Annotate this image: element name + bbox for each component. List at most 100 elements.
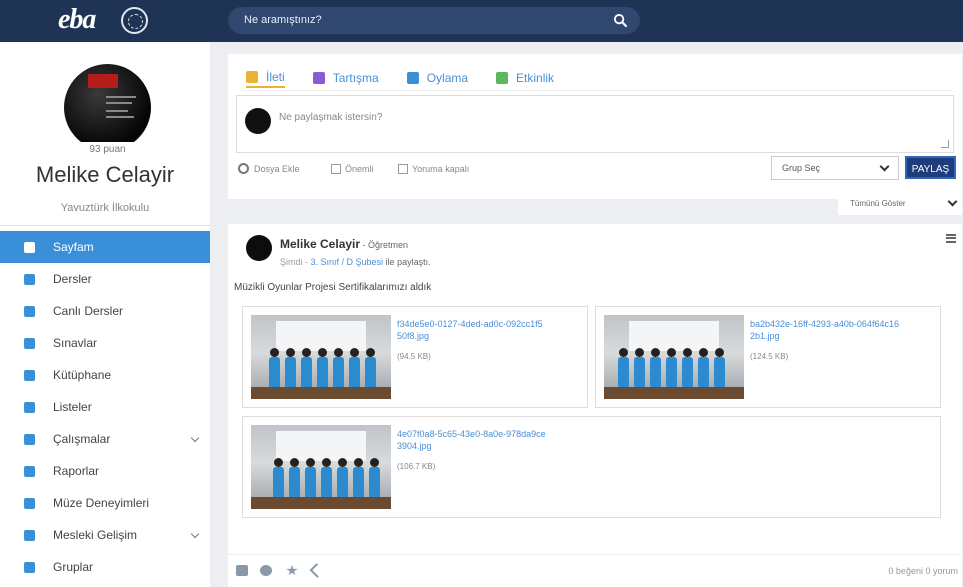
- sidebar-item[interactable]: Gruplar: [0, 551, 210, 583]
- post-meta: Şimdi - 3. Sınıf / D Şubesi ile paylaştı…: [280, 257, 431, 267]
- bar-chart-icon: [406, 72, 419, 84]
- photo-student: [269, 348, 280, 387]
- post-class-link[interactable]: 3. Sınıf / D Şubesi: [311, 257, 384, 267]
- share-button[interactable]: PAYLAŞ: [905, 156, 956, 179]
- tab-divider: [246, 90, 952, 91]
- profile-avatar[interactable]: [64, 64, 151, 151]
- search-icon[interactable]: [613, 13, 628, 28]
- hamburger-menu-icon[interactable]: [946, 234, 956, 243]
- composer-tab-label: Oylama: [426, 71, 469, 85]
- attach-file-button[interactable]: Dosya Ekle: [235, 160, 300, 177]
- sidebar-divider: [0, 225, 210, 226]
- sidebar-item[interactable]: Kütüphane: [0, 359, 210, 391]
- sidebar-item[interactable]: Sınavlar: [0, 327, 210, 359]
- composer-tab[interactable]: Tartışma: [312, 68, 379, 88]
- list-icon: [24, 401, 35, 413]
- sidebar-item[interactable]: Müze Deneyimleri: [0, 487, 210, 519]
- post-author-avatar[interactable]: [246, 235, 272, 261]
- attachment-filename[interactable]: ba2b432e-16ff-4293-a40b-064f64c162b1.jpg: [750, 318, 900, 342]
- video-icon: [24, 305, 35, 317]
- photo-student: [349, 348, 360, 387]
- chevron-down-icon[interactable]: [190, 433, 200, 443]
- important-checkbox[interactable]: Önemli: [331, 164, 374, 174]
- sidebar-item[interactable]: Canlı Dersler: [0, 295, 210, 327]
- chevron-down-icon: [879, 161, 890, 172]
- sidebar-item[interactable]: Dersler: [0, 263, 210, 295]
- post-author[interactable]: Melike Celayir - Öğretmen: [280, 237, 408, 251]
- avatar-text-line: [106, 116, 134, 118]
- search-bar[interactable]: Ne aramıştınız?: [228, 7, 640, 34]
- photo-floor: [251, 497, 391, 509]
- attachment-card[interactable]: 4e07f0a8-5c65-43e0-8a0e-978da9ce3904.jpg…: [242, 416, 941, 518]
- attach-file-label: Dosya Ekle: [254, 163, 300, 174]
- thumbs-up-icon[interactable]: [236, 565, 248, 576]
- edit-icon: [246, 71, 258, 83]
- sidebar-item-label: Kütüphane: [53, 368, 112, 382]
- star-icon[interactable]: [286, 565, 298, 576]
- avatar-text-line: [106, 96, 136, 98]
- points-badge: 93 puan: [64, 142, 151, 158]
- checkbox-icon[interactable]: [398, 164, 408, 174]
- feed-filter-select[interactable]: Tümünü Göster: [838, 193, 962, 215]
- profile-name[interactable]: Melike Celayir: [0, 162, 210, 188]
- sidebar-item-label: Gruplar: [53, 560, 94, 574]
- photo-floor: [251, 387, 391, 399]
- photo-student: [365, 348, 376, 387]
- resize-handle-icon[interactable]: [941, 140, 949, 148]
- like-count[interactable]: 0 beğeni: [888, 566, 923, 576]
- sidebar-item[interactable]: Sayfam: [0, 231, 210, 263]
- pie-chart-icon: [24, 465, 35, 477]
- eba-logo[interactable]: eba: [58, 4, 96, 36]
- sidebar: 93 puan Melike Celayir Yavuztürk İlkokul…: [0, 42, 210, 587]
- photo-student: [714, 348, 725, 387]
- comments-closed-label: Yoruma kapalı: [412, 164, 470, 174]
- group-select-value: Grup Seç: [782, 163, 821, 173]
- sidebar-item[interactable]: Çalışmalar: [0, 423, 210, 455]
- attachment-photo[interactable]: [251, 425, 391, 509]
- graduation-cap-icon: [24, 529, 35, 541]
- photo-student: [337, 458, 348, 497]
- user-icon: [24, 241, 35, 253]
- photo-student: [666, 348, 677, 387]
- composer-tab[interactable]: Oylama: [406, 68, 469, 88]
- checkbox-icon[interactable]: [331, 164, 341, 174]
- photo-student: [301, 348, 312, 387]
- profile-school: Yavuztürk İlkokulu: [60, 202, 150, 214]
- attachment-filename[interactable]: f34de5e0-0127-4ded-ad0c-092cc1f550f8.jpg: [397, 318, 547, 342]
- sidebar-item-label: Sınavlar: [53, 336, 98, 350]
- comment-icon[interactable]: [260, 565, 272, 576]
- sidebar-item-label: Çalışmalar: [53, 432, 111, 446]
- attachment-photo[interactable]: [251, 315, 391, 399]
- composer-tab[interactable]: Etkinlik: [496, 68, 554, 88]
- photo-whiteboard: [629, 321, 719, 351]
- sidebar-item[interactable]: Raporlar: [0, 455, 210, 487]
- comments-closed-checkbox[interactable]: Yoruma kapalı: [398, 164, 469, 174]
- attachment-card[interactable]: f34de5e0-0127-4ded-ad0c-092cc1f550f8.jpg…: [242, 306, 588, 408]
- comment-count[interactable]: 0 yorum: [925, 566, 958, 576]
- group-select[interactable]: Grup Seç: [771, 156, 899, 180]
- photo-floor: [604, 387, 744, 399]
- photo-student: [317, 348, 328, 387]
- photo-student: [698, 348, 709, 387]
- flag-image: [88, 74, 118, 88]
- composer-tab[interactable]: İleti: [246, 68, 285, 88]
- sidebar-item[interactable]: Mesleki Gelişim: [0, 519, 210, 551]
- attachment-card[interactable]: ba2b432e-16ff-4293-a40b-064f64c162b1.jpg…: [595, 306, 941, 408]
- photo-whiteboard: [276, 431, 366, 461]
- photo-student: [369, 458, 380, 497]
- post-author-name[interactable]: Melike Celayir: [280, 237, 360, 251]
- sidebar-item-label: Raporlar: [53, 464, 100, 478]
- chevron-down-icon: [947, 196, 958, 207]
- attachment-photo[interactable]: [604, 315, 744, 399]
- photo-student: [650, 348, 661, 387]
- chevron-down-icon[interactable]: [190, 529, 200, 539]
- share-icon[interactable]: [309, 563, 325, 578]
- top-bar: eba Ne aramıştınız?: [0, 0, 963, 42]
- search-input[interactable]: Ne aramıştınız?: [244, 14, 322, 26]
- important-label: Önemli: [345, 164, 374, 174]
- users-icon: [24, 561, 35, 573]
- compose-textarea[interactable]: Ne paylaşmak istersin?: [236, 95, 954, 153]
- attachment-filename[interactable]: 4e07f0a8-5c65-43e0-8a0e-978da9ce3904.jpg: [397, 428, 547, 452]
- sidebar-item[interactable]: Listeler: [0, 391, 210, 423]
- meta-separator: -: [302, 257, 311, 267]
